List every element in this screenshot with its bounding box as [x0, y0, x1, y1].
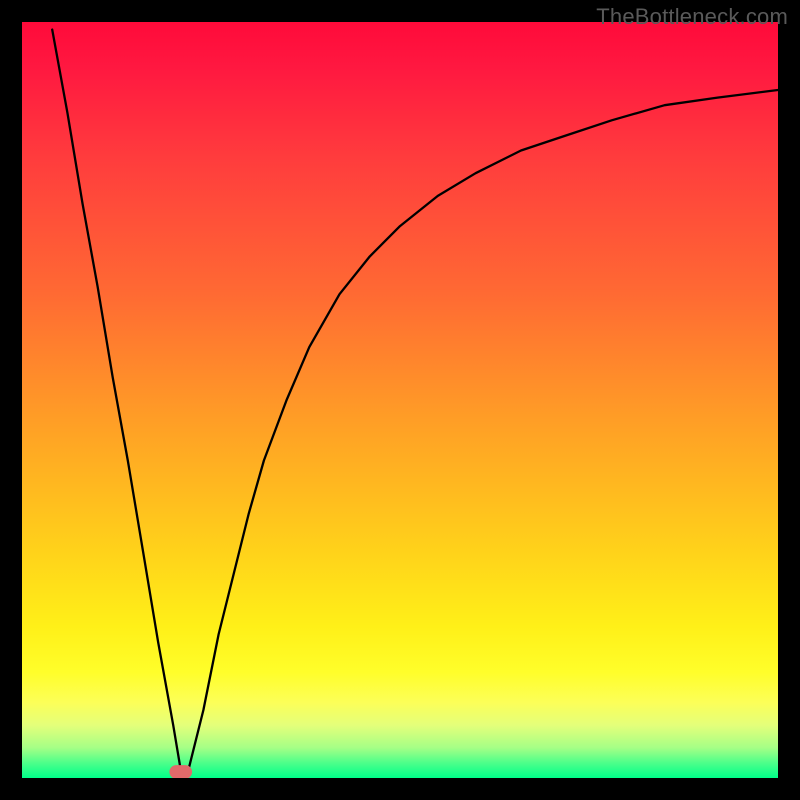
- series-left-arm: [52, 30, 181, 771]
- watermark-text: TheBottleneck.com: [596, 4, 788, 30]
- curve-layer: [22, 22, 778, 778]
- sweet-spot-marker: [169, 765, 192, 778]
- chart-container: TheBottleneck.com: [0, 0, 800, 800]
- series-right-arm: [188, 90, 778, 770]
- plot-area: [22, 22, 778, 778]
